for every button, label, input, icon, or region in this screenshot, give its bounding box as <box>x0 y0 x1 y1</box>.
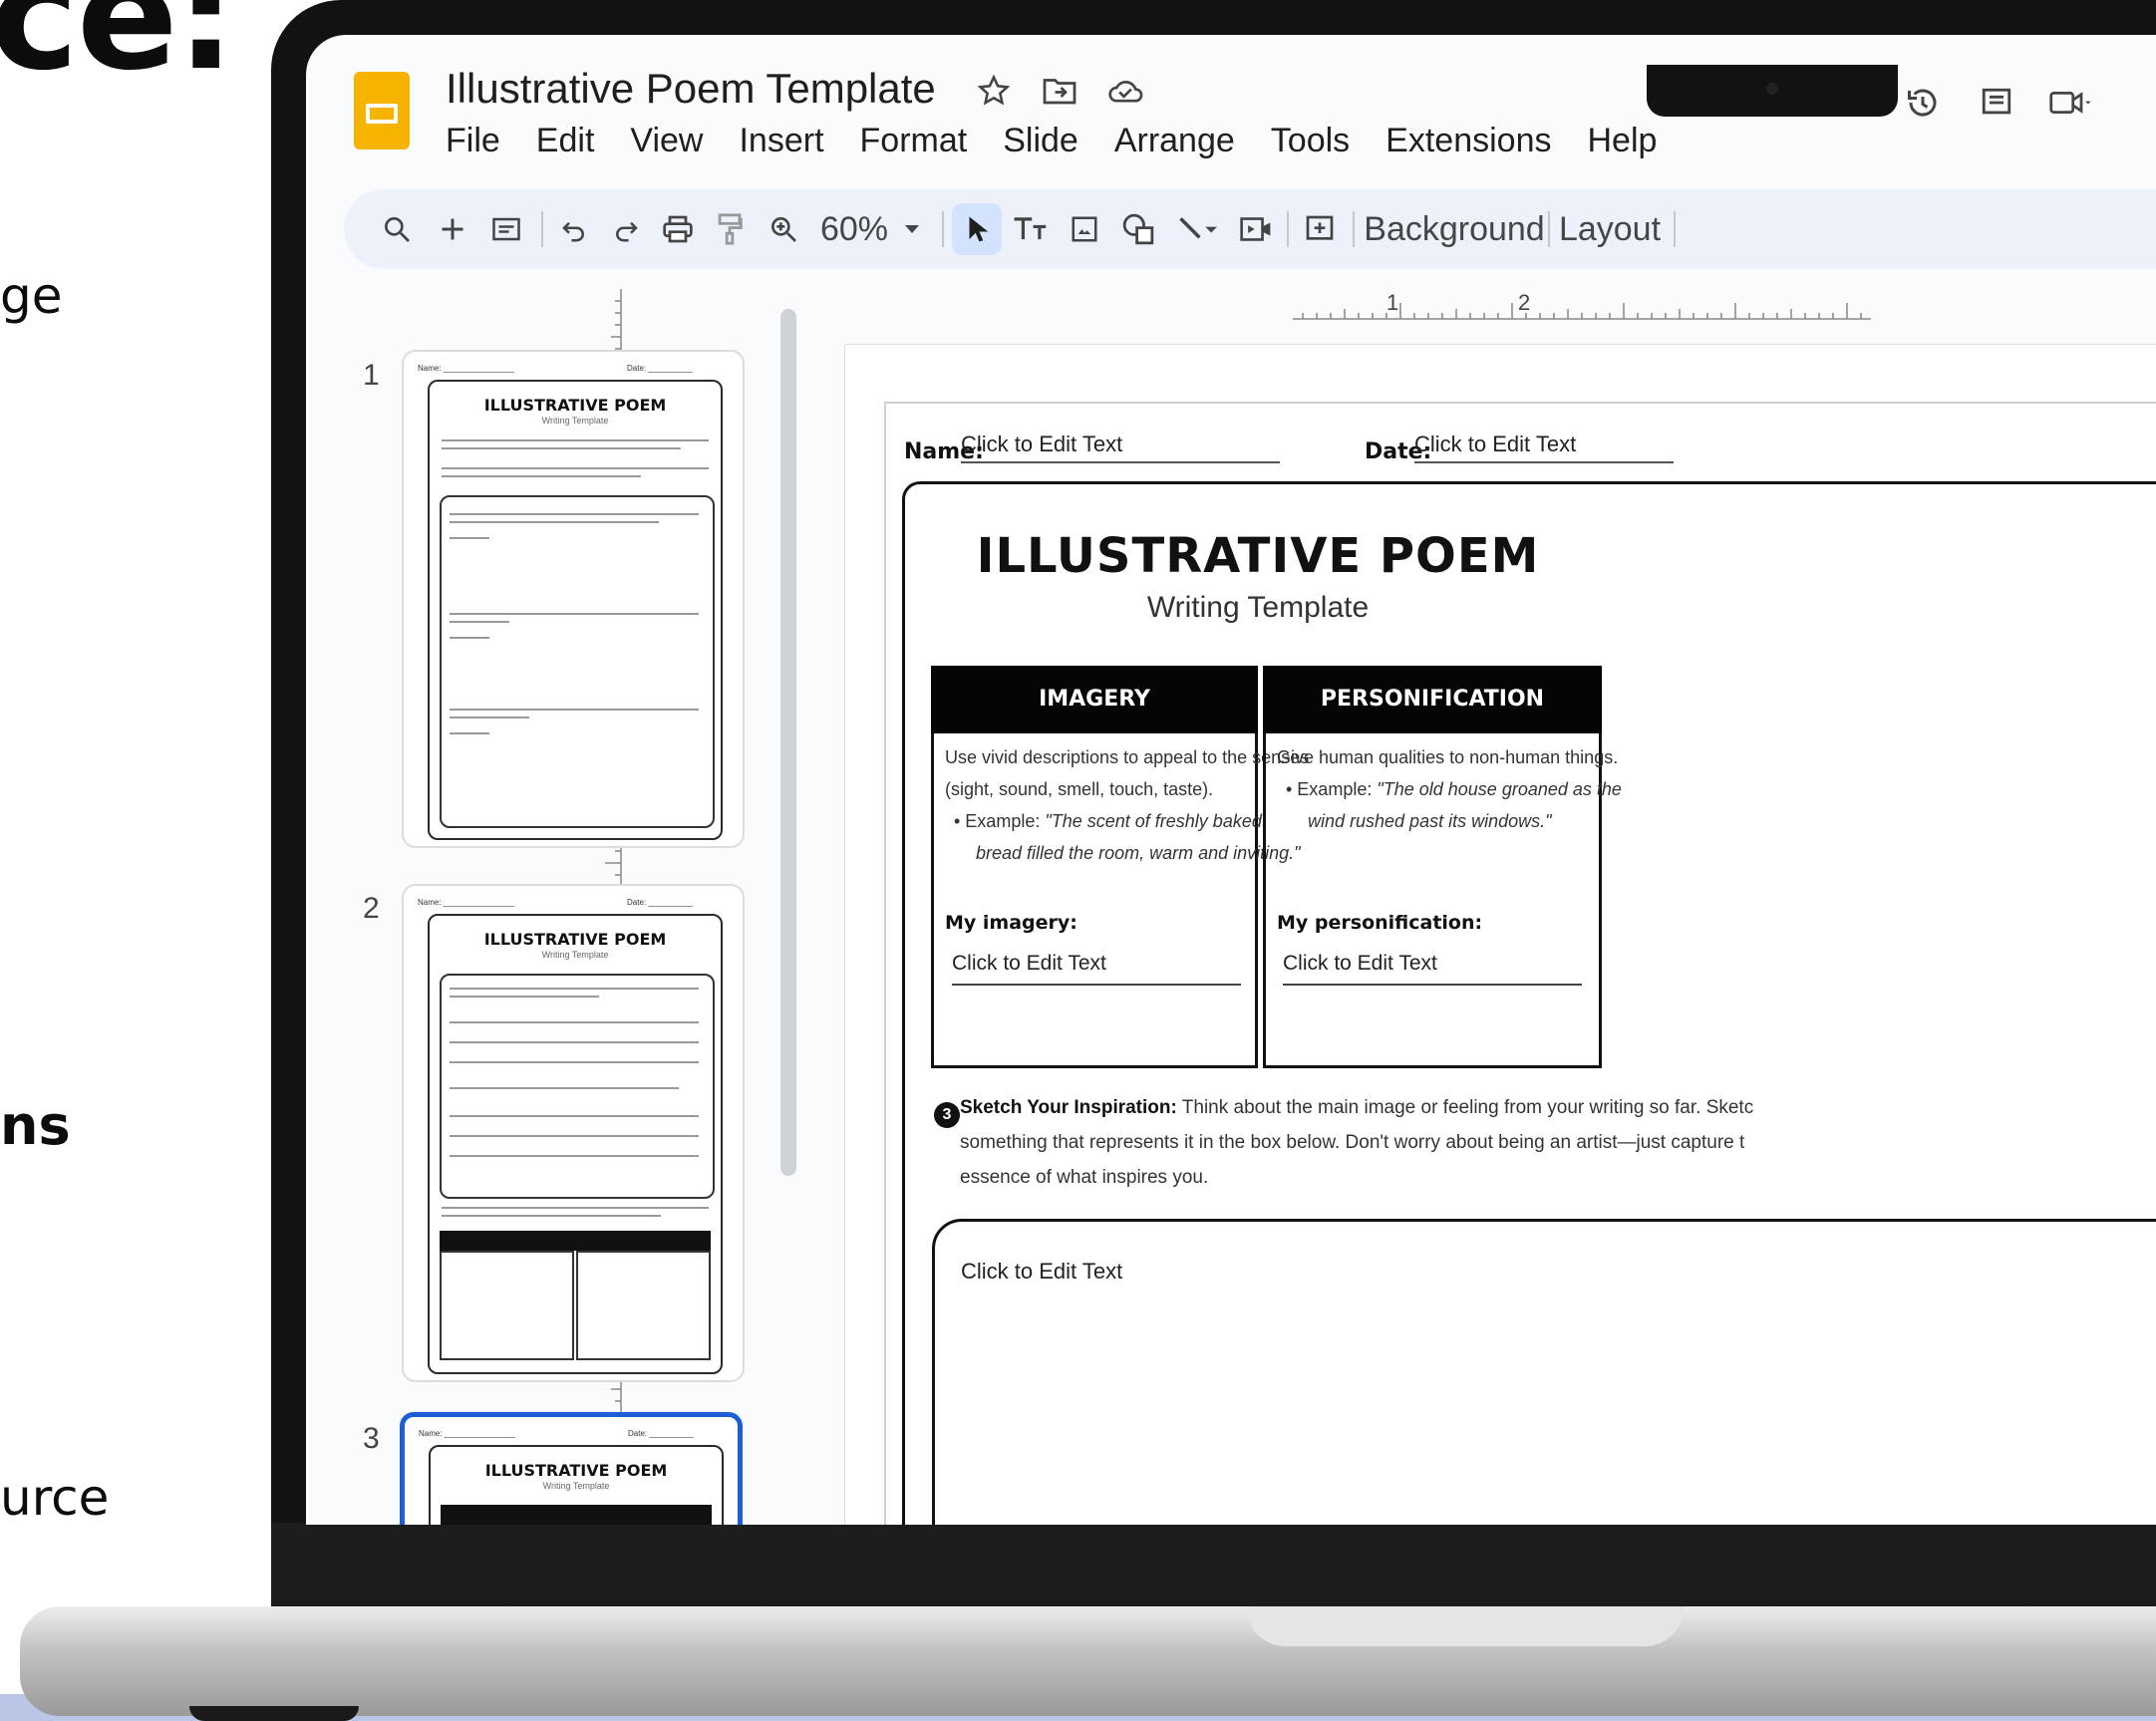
ruler-label-2: 2 <box>1518 290 1531 315</box>
imagery-input[interactable]: Click to Edit Text <box>952 952 1241 986</box>
move-folder-icon[interactable] <box>1038 71 1081 111</box>
imagery-example: • Example: "The scent of freshly baked <box>954 811 1262 831</box>
star-icon[interactable] <box>972 71 1016 111</box>
title-icons <box>972 71 1147 111</box>
meet-camera-icon[interactable] <box>2048 83 2092 123</box>
layout-button[interactable]: Layout <box>1552 203 1668 255</box>
undo-icon[interactable] <box>549 203 599 255</box>
redo-icon[interactable] <box>601 203 651 255</box>
slide-thumbnail-3[interactable]: Name: ________________ Date: __________ … <box>400 1412 743 1525</box>
slide-number-1: 1 <box>363 359 380 392</box>
menu-file[interactable]: File <box>446 122 518 160</box>
slide-number-3: 3 <box>363 1422 380 1455</box>
camera-icon <box>1766 83 1778 95</box>
menu-insert[interactable]: Insert <box>721 122 841 160</box>
ruler-label-1: 1 <box>1386 290 1399 315</box>
sketch-instructions-line1: Sketch Your Inspiration: Think about the… <box>960 1097 1754 1118</box>
thumbnail-subtitle: Writing Template <box>542 1481 610 1491</box>
imagery-header: IMAGERY <box>931 666 1258 733</box>
imagery-example-line2: bread filled the room, warm and inviting… <box>976 843 1301 863</box>
step-number-badge: 3 <box>934 1102 960 1128</box>
personification-prompt: My personification: <box>1277 912 1483 934</box>
sketch-input[interactable]: Click to Edit Text <box>961 1259 1122 1285</box>
personification-header: PERSONIFICATION <box>1263 666 1602 733</box>
toolbar-divider <box>1674 211 1676 247</box>
thumbnail-title: ILLUSTRATIVE POEM <box>483 396 667 415</box>
slide-thumbnail-2[interactable]: Name: ________________ Date: __________ … <box>402 884 745 1382</box>
slides-logo-icon[interactable] <box>354 72 410 149</box>
toolbar: 60% Background Layout <box>344 189 2156 269</box>
background-button[interactable]: Background <box>1364 203 1544 255</box>
laptop-chin <box>271 1523 2156 1612</box>
text-box-icon[interactable] <box>1006 203 1056 255</box>
sketch-instructions-line3: essence of what inspires you. <box>960 1167 1209 1188</box>
menu-help[interactable]: Help <box>1570 122 1676 160</box>
sketch-instructions-line2: something that represents it in the box … <box>960 1132 1745 1153</box>
zoom-level[interactable]: 60% <box>812 203 896 255</box>
personification-desc-line1: Give human qualities to non-human things… <box>1277 747 1619 767</box>
add-comment-icon[interactable] <box>1295 203 1345 255</box>
thumbnail-subtitle: Writing Template <box>541 416 609 426</box>
imagery-prompt: My imagery: <box>945 912 1078 934</box>
thumbnail-subtitle: Writing Template <box>541 950 609 960</box>
comments-icon[interactable] <box>1975 83 2018 123</box>
new-slide-icon[interactable] <box>428 203 477 255</box>
personification-example: • Example: "The old house groaned as the <box>1286 779 1622 799</box>
horizontal-ruler <box>1293 303 1871 320</box>
feature-text-fragment-3: urce <box>0 1469 110 1527</box>
version-history-icon[interactable] <box>1901 83 1945 123</box>
select-cursor-icon[interactable] <box>952 203 1002 255</box>
laptop-screen: Illustrative Poem Template File Edit Vie… <box>306 35 2156 1525</box>
line-icon[interactable] <box>1167 203 1227 255</box>
headline-fragment: ce: <box>0 0 236 104</box>
document-title[interactable]: Illustrative Poem Template <box>446 65 936 113</box>
personification-example-line2: wind rushed past its windows." <box>1308 811 1552 831</box>
slide-number-2: 2 <box>363 892 380 925</box>
search-menus-icon[interactable] <box>372 203 422 255</box>
poem-title: ILLUSTRATIVE POEM <box>976 528 1540 584</box>
toolbar-divider <box>541 211 543 247</box>
cloud-saved-icon[interactable] <box>1103 71 1147 111</box>
menu-extensions[interactable]: Extensions <box>1368 122 1569 160</box>
name-field[interactable]: Click to Edit Text <box>961 431 1280 463</box>
thumbnail-title: ILLUSTRATIVE POEM <box>483 930 667 949</box>
menu-arrange[interactable]: Arrange <box>1096 122 1253 160</box>
shape-icon[interactable] <box>1113 203 1163 255</box>
imagery-desc-line1: Use vivid descriptions to appeal to the … <box>945 747 1310 767</box>
laptop-foot <box>189 1706 359 1721</box>
menu-view[interactable]: View <box>612 122 721 160</box>
menu-tools[interactable]: Tools <box>1253 122 1368 160</box>
print-icon[interactable] <box>653 203 703 255</box>
laptop-base-notch <box>1246 1606 1685 1646</box>
insert-image-icon[interactable] <box>1060 203 1109 255</box>
paint-format-icon[interactable] <box>705 203 755 255</box>
insert-video-icon[interactable] <box>1231 203 1281 255</box>
zoom-dropdown-icon[interactable] <box>892 203 932 255</box>
slide-layout-icon[interactable] <box>481 203 531 255</box>
feature-text-fragment-2: ns <box>0 1094 71 1157</box>
imagery-desc-line2: (sight, sound, smell, touch, taste). <box>945 779 1214 799</box>
poem-subtitle: Writing Template <box>1146 591 1370 624</box>
toolbar-divider <box>1548 211 1550 247</box>
filmstrip-scrollbar[interactable] <box>780 309 796 1176</box>
toolbar-divider <box>1353 211 1355 247</box>
personification-input[interactable]: Click to Edit Text <box>1283 952 1582 986</box>
date-field[interactable]: Click to Edit Text <box>1414 431 1674 463</box>
zoom-icon[interactable] <box>759 203 808 255</box>
menu-edit[interactable]: Edit <box>518 122 613 160</box>
toolbar-divider <box>942 211 944 247</box>
toolbar-divider <box>1287 211 1289 247</box>
header-actions <box>1901 83 2092 123</box>
feature-text-fragment-1: ge <box>0 267 63 325</box>
thumbnail-title: ILLUSTRATIVE POEM <box>484 1461 668 1480</box>
camera-notch <box>1647 65 1898 117</box>
menu-slide[interactable]: Slide <box>985 122 1096 160</box>
menu-bar: File Edit View Insert Format Slide Arran… <box>446 122 1675 160</box>
laptop-base <box>20 1606 2156 1716</box>
slide-thumbnail-1[interactable]: Name: ________________ Date: __________ … <box>402 350 745 848</box>
menu-format[interactable]: Format <box>842 122 986 160</box>
